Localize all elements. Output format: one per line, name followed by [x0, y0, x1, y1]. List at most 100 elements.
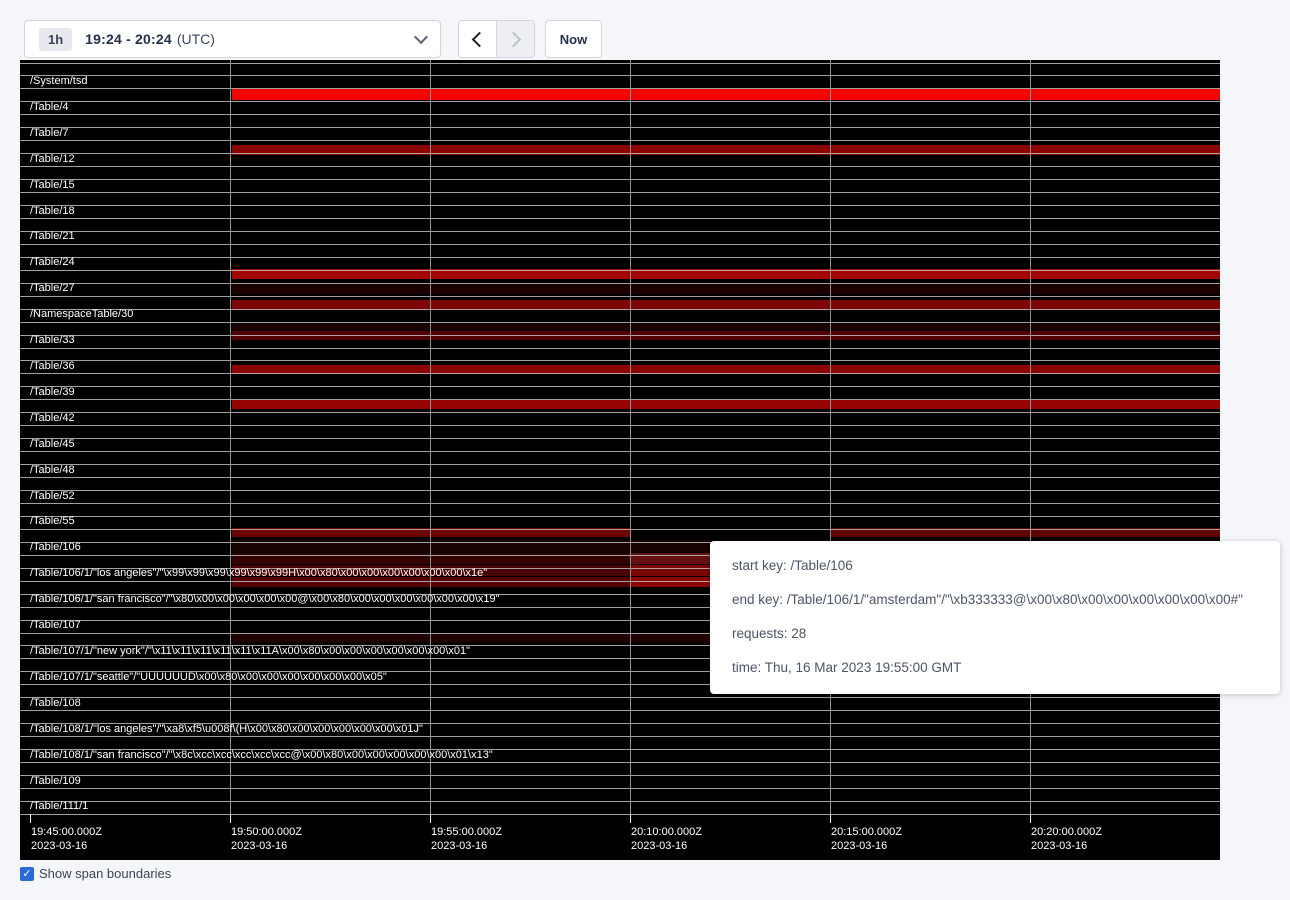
span-boundary-line: [20, 309, 1220, 310]
row-label: /Table/7: [30, 128, 69, 139]
span-boundary-line: [20, 205, 1220, 206]
row-label: /Table/55: [30, 516, 75, 527]
time-nav-group: [458, 20, 535, 58]
x-axis-label: 19:55:00.000Z2023-03-16: [431, 825, 502, 853]
tooltip-time: time: Thu, 16 Mar 2023 19:55:00 GMT: [732, 658, 1270, 678]
x-axis-time: 19:50:00.000Z: [231, 825, 302, 839]
x-axis-time: 20:20:00.000Z: [1031, 825, 1102, 839]
span-boundary-line: [20, 360, 1220, 361]
x-axis-time: 20:10:00.000Z: [631, 825, 702, 839]
span-boundary-line: [20, 88, 1220, 89]
span-boundary-line: [20, 296, 1220, 297]
span-boundary-line: [20, 373, 1220, 374]
heatmap-band: [232, 324, 1220, 330]
axis-tick: [830, 814, 831, 823]
row-label: /Table/18: [30, 206, 75, 217]
timezone-label: (UTC): [177, 31, 215, 47]
span-boundary-line: [20, 801, 1220, 802]
span-boundary-line: [20, 386, 1220, 387]
row-label: /Table/27: [30, 283, 75, 294]
span-boundary-line: [20, 710, 1220, 711]
tooltip-requests: requests: 28: [732, 624, 1270, 644]
row-label: /Table/15: [30, 180, 75, 191]
tooltip-start-key: start key: /Table/106: [732, 556, 1270, 576]
row-label: /Table/111/1: [30, 801, 88, 812]
span-boundary-line: [20, 516, 1220, 517]
x-axis-time: 19:45:00.000Z: [31, 825, 102, 839]
x-axis-label: 19:45:00.000Z2023-03-16: [31, 825, 102, 853]
span-boundary-line: [20, 244, 1220, 245]
span-boundary-line: [20, 270, 1220, 271]
span-boundary-line: [20, 762, 1220, 763]
row-label: /Table/108/1/"los angeles"/"\xa8\xf5\u00…: [30, 724, 423, 735]
time-range-selector[interactable]: 1h 19:24 - 20:24 (UTC): [24, 20, 441, 58]
row-label: /Table/48: [30, 465, 75, 476]
span-boundary-line: [20, 335, 1220, 336]
axis-tick: [1030, 814, 1031, 823]
next-button[interactable]: [497, 21, 534, 57]
row-label: /Table/108/1/"san francisco"/"\x8c\xcc\x…: [30, 750, 493, 761]
heatmap-band: [232, 283, 1220, 294]
span-boundary-line: [20, 697, 1220, 698]
span-boundary-line: [20, 412, 1220, 413]
span-boundary-line: [20, 218, 1220, 219]
x-axis-label: 20:15:00.000Z2023-03-16: [831, 825, 902, 853]
span-boundary-line: [20, 127, 1220, 128]
hover-tooltip: start key: /Table/106 end key: /Table/10…: [710, 541, 1280, 694]
span-boundary-line: [20, 322, 1220, 323]
row-label: /Table/52: [30, 491, 75, 502]
span-boundary-line: [20, 179, 1220, 180]
x-axis-date: 2023-03-16: [431, 839, 502, 853]
row-label: /System/tsd: [30, 76, 87, 87]
column-boundary-line: [1030, 60, 1031, 814]
span-boundary-line: [20, 425, 1220, 426]
span-boundary-line: [20, 736, 1220, 737]
row-label: /Table/107: [30, 620, 81, 631]
axis-tick: [230, 814, 231, 823]
chevron-left-icon: [472, 31, 488, 47]
span-boundary-line: [20, 399, 1220, 400]
row-label: /Table/108: [30, 698, 81, 709]
row-label: /Table/42: [30, 413, 75, 424]
span-boundary-line: [20, 166, 1220, 167]
column-boundary-line: [430, 60, 431, 814]
span-boundary-line: [20, 75, 1220, 76]
span-boundary-line: [20, 283, 1220, 284]
x-axis-time: 20:15:00.000Z: [831, 825, 902, 839]
x-axis-date: 2023-03-16: [831, 839, 902, 853]
span-boundary-line: [20, 257, 1220, 258]
row-label: /Table/21: [30, 231, 75, 242]
span-boundary-line: [20, 788, 1220, 789]
span-boundary-line: [20, 231, 1220, 232]
prev-button[interactable]: [459, 21, 497, 57]
key-visualizer-heatmap[interactable]: 19:45:00.000Z2023-03-1619:50:00.000Z2023…: [20, 60, 1220, 860]
show-span-boundaries-checkbox[interactable]: ✓: [20, 867, 34, 881]
axis-tick: [430, 814, 431, 823]
time-range-label: 19:24 - 20:24: [85, 31, 172, 47]
row-label: /Table/39: [30, 387, 75, 398]
show-span-boundaries-label: Show span boundaries: [39, 866, 171, 881]
x-axis-time: 19:55:00.000Z: [431, 825, 502, 839]
chevron-down-icon: [414, 30, 428, 44]
span-boundary-line: [20, 490, 1220, 491]
now-button[interactable]: Now: [545, 20, 602, 58]
x-axis-label: 19:50:00.000Z2023-03-16: [231, 825, 302, 853]
row-label: /Table/36: [30, 361, 75, 372]
column-boundary-line: [630, 60, 631, 814]
row-label: /Table/4: [30, 102, 69, 113]
span-boundary-line: [20, 438, 1220, 439]
row-label: /Table/109: [30, 776, 81, 787]
row-label: /Table/12: [30, 154, 75, 165]
heatmap-band: [232, 89, 1220, 100]
row-label: /Table/106/1/"los angeles"/"\x99\x99\x99…: [30, 568, 487, 579]
axis-tick: [630, 814, 631, 823]
row-label: /Table/107/1/"new york"/"\x11\x11\x11\x1…: [30, 646, 470, 657]
heatmap-band: [232, 400, 1220, 409]
footer: ✓ Show span boundaries: [20, 866, 171, 881]
row-label: /Table/106: [30, 542, 81, 553]
tooltip-end-key: end key: /Table/106/1/"amsterdam"/"\xb33…: [732, 590, 1270, 610]
span-boundary-line: [20, 464, 1220, 465]
span-boundary-line: [20, 814, 1220, 815]
x-axis-label: 20:10:00.000Z2023-03-16: [631, 825, 702, 853]
column-boundary-line: [830, 60, 831, 814]
